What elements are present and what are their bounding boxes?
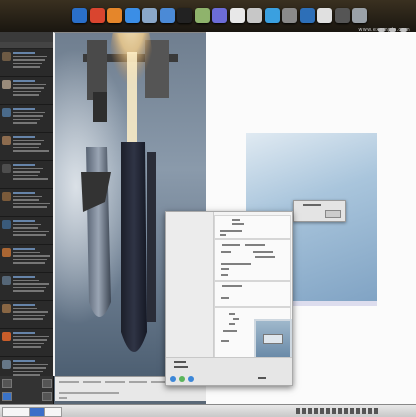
tweet-item[interactable] (0, 77, 53, 105)
dashboard-icon[interactable] (299, 8, 315, 23)
preview-icon[interactable] (247, 8, 262, 23)
tweet-item[interactable] (0, 189, 53, 217)
terminal-icon[interactable] (177, 8, 192, 23)
twitter-tab-bar[interactable] (0, 42, 53, 49)
tray-icon[interactable] (308, 408, 312, 414)
nested-dialog (293, 200, 346, 222)
settings-section-general (214, 215, 291, 239)
twitter-header (0, 32, 53, 42)
tray-icon[interactable] (326, 408, 330, 414)
taskbar (0, 404, 416, 417)
avatar[interactable] (2, 136, 11, 145)
tray-icon[interactable] (356, 408, 360, 414)
help-button[interactable] (170, 376, 176, 382)
avatar[interactable] (2, 248, 11, 257)
compose-button[interactable] (2, 379, 12, 388)
tray-icon[interactable] (338, 408, 342, 414)
firefox-icon[interactable] (107, 8, 122, 23)
avatar[interactable] (2, 80, 11, 89)
tray-icon[interactable] (368, 408, 372, 414)
twitter-footer (0, 376, 53, 404)
avatar[interactable] (2, 192, 11, 201)
finder-icon[interactable] (72, 8, 87, 23)
tweet-item[interactable] (0, 133, 53, 161)
calendar-icon[interactable] (229, 8, 245, 23)
avatar[interactable] (2, 276, 11, 285)
settings-bottom-bar (166, 357, 292, 385)
avatar[interactable] (2, 220, 11, 229)
avatar[interactable] (2, 52, 11, 61)
tweet-item[interactable] (0, 217, 53, 245)
tweet-item[interactable] (0, 105, 53, 133)
tweet-item[interactable] (0, 49, 53, 77)
refresh-button[interactable] (42, 379, 52, 388)
dock (0, 0, 416, 32)
settings-button[interactable] (42, 392, 52, 401)
display-settings-window (165, 211, 293, 386)
mail-icon[interactable] (159, 8, 175, 23)
avatar[interactable] (2, 164, 11, 173)
trash-icon[interactable] (352, 8, 367, 23)
settings-section-desktop (214, 281, 291, 307)
avatar[interactable] (2, 360, 11, 369)
tray-icon[interactable] (296, 408, 300, 414)
textedit-icon[interactable] (317, 8, 332, 23)
avatar[interactable] (2, 332, 11, 341)
photos-icon[interactable] (194, 8, 210, 23)
tweet-item[interactable] (0, 161, 53, 189)
tweet-item[interactable] (0, 245, 53, 273)
user-avatar-button[interactable] (2, 392, 12, 401)
tray-icon[interactable] (344, 408, 348, 414)
tray-icon[interactable] (314, 408, 318, 414)
apply-button[interactable] (179, 376, 185, 382)
tray-icon[interactable] (362, 408, 366, 414)
tray-icon[interactable] (302, 408, 306, 414)
tweet-item[interactable] (0, 301, 53, 329)
skype-icon[interactable] (264, 8, 280, 23)
tray-icon[interactable] (320, 408, 324, 414)
tweetdeck-icon[interactable] (124, 8, 140, 23)
console-icon[interactable] (334, 8, 350, 23)
tweet-list (0, 49, 53, 385)
tray-icon[interactable] (374, 408, 378, 414)
tray-icon[interactable] (350, 408, 354, 414)
safari-icon[interactable] (142, 8, 157, 23)
ok-button[interactable] (188, 376, 194, 382)
itunes-icon[interactable] (212, 8, 227, 23)
system-prefs-icon[interactable] (282, 8, 297, 23)
nested-dialog-button[interactable] (325, 210, 341, 218)
tweet-item[interactable] (0, 273, 53, 301)
tweet-item[interactable] (0, 329, 53, 357)
avatar[interactable] (2, 304, 11, 313)
tray-icon[interactable] (332, 408, 336, 414)
system-tray (296, 405, 416, 417)
twitter-panel (0, 32, 54, 404)
chrome-icon[interactable] (89, 8, 105, 23)
avatar[interactable] (2, 108, 11, 117)
settings-section-appearance (214, 239, 291, 281)
wallpaper-preview[interactable] (254, 319, 292, 359)
